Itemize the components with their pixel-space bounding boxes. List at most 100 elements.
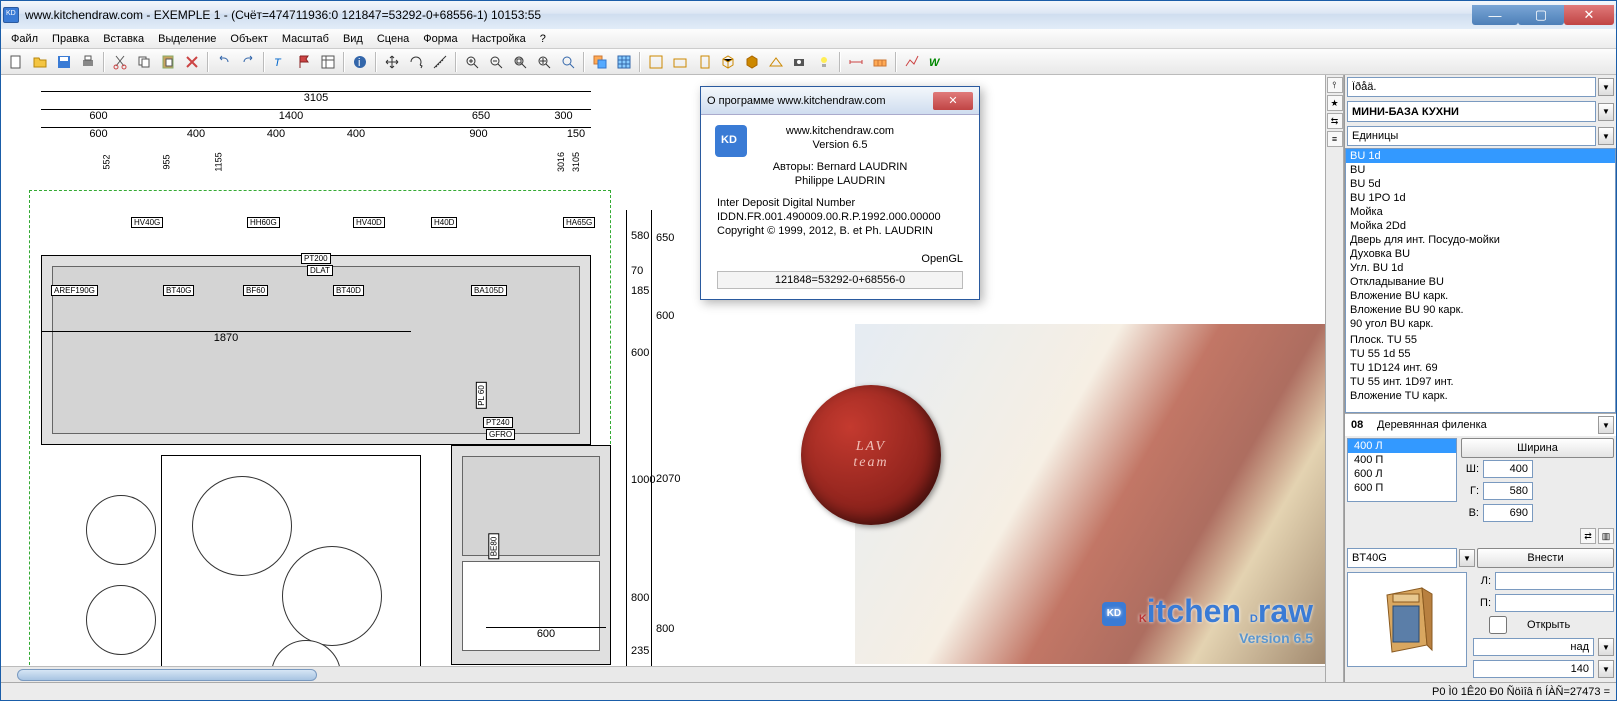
list-item[interactable]: Плоск. TU 55 bbox=[1346, 333, 1615, 347]
cut-icon[interactable] bbox=[109, 51, 131, 73]
properties-icon[interactable] bbox=[317, 51, 339, 73]
delete-icon[interactable] bbox=[181, 51, 203, 73]
depth-input[interactable] bbox=[1483, 482, 1533, 500]
redo-icon[interactable] bbox=[237, 51, 259, 73]
dimension-icon[interactable] bbox=[845, 51, 867, 73]
view-front-icon[interactable] bbox=[669, 51, 691, 73]
measure-icon[interactable] bbox=[429, 51, 451, 73]
list-item[interactable]: 90 угол BU карк. bbox=[1346, 317, 1615, 331]
catalog-dropdown-icon[interactable]: ▼ bbox=[1598, 103, 1614, 121]
zoom-in-icon[interactable] bbox=[461, 51, 483, 73]
paste-icon[interactable] bbox=[157, 51, 179, 73]
group-select[interactable] bbox=[1347, 126, 1596, 146]
open-checkbox[interactable] bbox=[1473, 616, 1523, 634]
list-item[interactable]: TU 55 инт. 1D97 инт. bbox=[1346, 375, 1615, 389]
close-button[interactable]: ✕ bbox=[1564, 5, 1614, 25]
p-input[interactable] bbox=[1495, 594, 1614, 612]
finish-dropdown-icon[interactable]: ▼ bbox=[1598, 416, 1614, 434]
about-close-button[interactable]: ✕ bbox=[933, 92, 973, 110]
flag-icon[interactable] bbox=[293, 51, 315, 73]
menu-settings[interactable]: Настройка bbox=[466, 31, 532, 47]
layer-icon[interactable] bbox=[589, 51, 611, 73]
print-icon[interactable] bbox=[77, 51, 99, 73]
width-button[interactable]: Ширина bbox=[1461, 438, 1614, 458]
size-option[interactable]: 600 П bbox=[1348, 481, 1456, 495]
list-item[interactable]: Вложение TU карк. bbox=[1346, 389, 1615, 403]
menu-zoom[interactable]: Масштаб bbox=[276, 31, 335, 47]
view-side-icon[interactable] bbox=[693, 51, 715, 73]
open-icon[interactable] bbox=[29, 51, 51, 73]
rotate-icon[interactable] bbox=[405, 51, 427, 73]
vtool-pin-icon[interactable]: ⫯ bbox=[1327, 77, 1343, 93]
info-icon[interactable]: i bbox=[349, 51, 371, 73]
over-select[interactable] bbox=[1473, 638, 1594, 656]
l-input[interactable] bbox=[1495, 572, 1614, 590]
menu-file[interactable]: Файл bbox=[5, 31, 44, 47]
copy-icon[interactable] bbox=[133, 51, 155, 73]
menu-insert[interactable]: Вставка bbox=[97, 31, 150, 47]
list-item[interactable]: Вложение BU карк. bbox=[1346, 289, 1615, 303]
vtool-list-icon[interactable]: ≡ bbox=[1327, 131, 1343, 147]
zoom-window-icon[interactable] bbox=[509, 51, 531, 73]
list-item[interactable]: Мойка 2Dd bbox=[1346, 219, 1615, 233]
list-item[interactable]: Откладывание BU bbox=[1346, 275, 1615, 289]
vtool-link-icon[interactable]: ⇆ bbox=[1327, 113, 1343, 129]
list-item[interactable]: Мойка bbox=[1346, 205, 1615, 219]
code-input[interactable] bbox=[1347, 548, 1457, 568]
minimize-button[interactable]: — bbox=[1472, 5, 1518, 25]
swap-icon[interactable]: ⇄ bbox=[1580, 528, 1596, 544]
web-icon[interactable]: W bbox=[925, 51, 947, 73]
list-item[interactable]: BU 1PO 1d bbox=[1346, 191, 1615, 205]
light-icon[interactable] bbox=[813, 51, 835, 73]
maximize-button[interactable]: ▢ bbox=[1518, 5, 1564, 25]
angle-input[interactable] bbox=[1473, 660, 1594, 678]
wall-icon[interactable] bbox=[869, 51, 891, 73]
list-item[interactable]: BU bbox=[1346, 163, 1615, 177]
size-option[interactable]: 400 П bbox=[1348, 453, 1456, 467]
menu-scene[interactable]: Сцена bbox=[371, 31, 415, 47]
view-3d-icon[interactable] bbox=[741, 51, 763, 73]
view-iso-icon[interactable] bbox=[717, 51, 739, 73]
menu-edit[interactable]: Правка bbox=[46, 31, 95, 47]
about-titlebar[interactable]: О программе www.kitchendraw.com ✕ bbox=[701, 87, 979, 115]
text-icon[interactable]: T bbox=[269, 51, 291, 73]
size-option[interactable]: 400 Л bbox=[1348, 439, 1456, 453]
menu-selection[interactable]: Выделение bbox=[152, 31, 222, 47]
code-dropdown-icon[interactable]: ▼ bbox=[1459, 549, 1475, 567]
save-icon[interactable] bbox=[53, 51, 75, 73]
over-dropdown-icon[interactable]: ▼ bbox=[1598, 638, 1614, 656]
menu-view[interactable]: Вид bbox=[337, 31, 369, 47]
canvas[interactable]: 3105 600 1400 650 300 600 400 400 400 90… bbox=[1, 75, 1326, 682]
view-2d-icon[interactable] bbox=[645, 51, 667, 73]
polyline-icon[interactable] bbox=[901, 51, 923, 73]
list-item[interactable]: BU 5d bbox=[1346, 177, 1615, 191]
search-dropdown-icon[interactable]: ▼ bbox=[1598, 78, 1614, 96]
zoom-fit-icon[interactable] bbox=[533, 51, 555, 73]
zoom-prev-icon[interactable] bbox=[557, 51, 579, 73]
list-item[interactable]: Вложение BU 90 карк. bbox=[1346, 303, 1615, 317]
menu-object[interactable]: Объект bbox=[224, 31, 273, 47]
list-item[interactable]: Дверь для инт. Посудо-мойки bbox=[1346, 233, 1615, 247]
new-file-icon[interactable] bbox=[5, 51, 27, 73]
list-item[interactable]: Угл. BU 1d bbox=[1346, 261, 1615, 275]
search-input[interactable] bbox=[1347, 77, 1596, 97]
height-input[interactable] bbox=[1483, 504, 1533, 522]
catalog-name[interactable]: МИНИ-БАЗА КУХНИ bbox=[1347, 101, 1596, 122]
catalog-list[interactable]: BU 1d BU BU 5d BU 1PO 1d Мойка Мойка 2Dd… bbox=[1345, 148, 1616, 413]
list-item[interactable]: BU 1d bbox=[1346, 149, 1615, 163]
list-item[interactable]: TU 1D124 инт. 69 bbox=[1346, 361, 1615, 375]
horizontal-scrollbar[interactable] bbox=[1, 666, 1325, 682]
menu-shape[interactable]: Форма bbox=[417, 31, 463, 47]
grid-icon[interactable] bbox=[613, 51, 635, 73]
angle-dropdown-icon[interactable]: ▼ bbox=[1598, 660, 1614, 678]
camera-icon[interactable] bbox=[789, 51, 811, 73]
vtool-fav-icon[interactable]: ★ bbox=[1327, 95, 1343, 111]
menu-help[interactable]: ? bbox=[534, 31, 552, 47]
size-option[interactable]: 600 Л bbox=[1348, 467, 1456, 481]
zoom-out-icon[interactable] bbox=[485, 51, 507, 73]
view-persp-icon[interactable] bbox=[765, 51, 787, 73]
mirror-icon[interactable]: ▥ bbox=[1598, 528, 1614, 544]
width-input[interactable] bbox=[1483, 460, 1533, 478]
titlebar[interactable]: www.kitchendraw.com - EXEMPLE 1 - (Счёт=… bbox=[1, 1, 1616, 29]
move-icon[interactable] bbox=[381, 51, 403, 73]
